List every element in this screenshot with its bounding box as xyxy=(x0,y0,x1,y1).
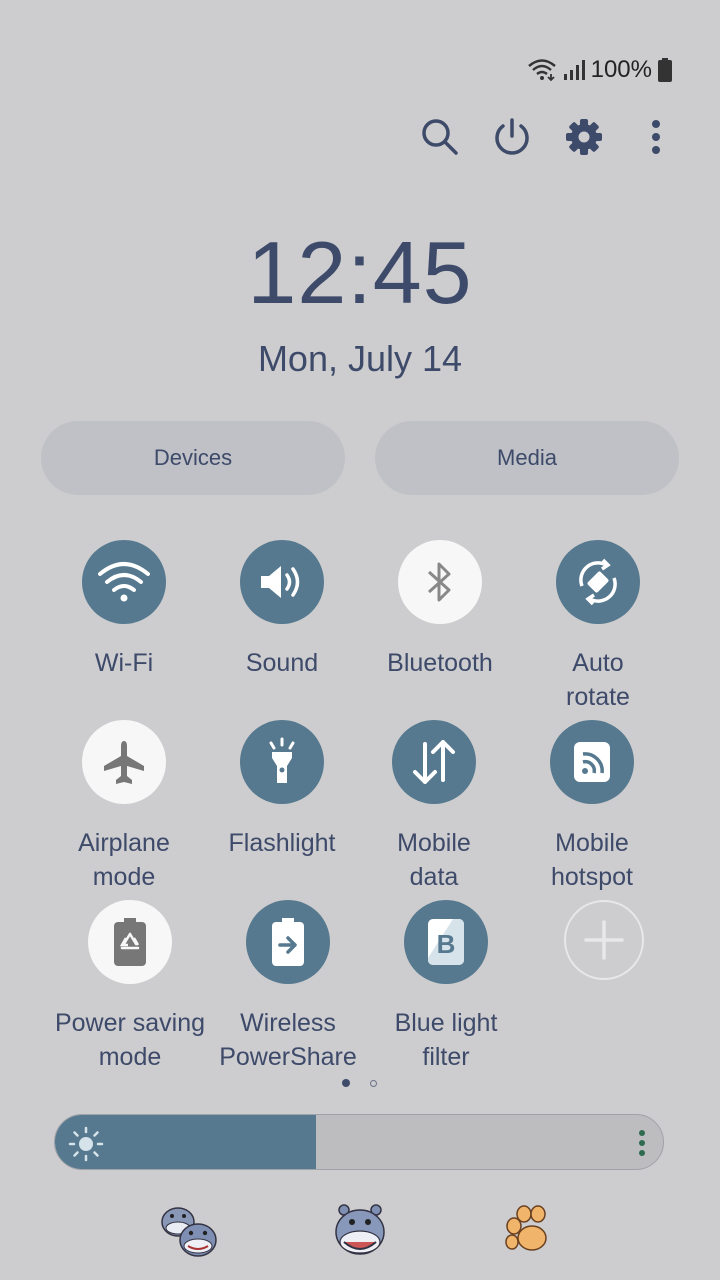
app-shortcut-3[interactable] xyxy=(498,1200,562,1264)
tile-wifi[interactable]: Wi-Fi xyxy=(44,540,204,680)
tile-label: Mobile hotspot xyxy=(550,829,633,891)
tile-power-saving[interactable]: Power saving mode xyxy=(50,900,210,1074)
battery-percent: 100% xyxy=(590,56,652,83)
brightness-slider[interactable] xyxy=(54,1114,664,1170)
hippo-icon xyxy=(335,1204,385,1255)
tile-blue-light-filter[interactable]: B Blue light filter xyxy=(366,900,526,1074)
flashlight-icon xyxy=(269,737,295,783)
tile-label: Sound xyxy=(245,649,319,677)
tile-wireless-powershare[interactable]: Wireless PowerShare xyxy=(208,900,368,1074)
tile-bluetooth-toggle[interactable] xyxy=(398,540,482,624)
tile-flashlight[interactable]: Flashlight xyxy=(202,720,362,860)
panel-actions xyxy=(0,112,720,162)
brightness-sun-icon xyxy=(68,1126,104,1162)
auto-rotate-icon xyxy=(579,558,617,606)
page-indicator xyxy=(342,1079,377,1087)
clock-date[interactable]: Mon, July 14 xyxy=(0,338,720,380)
mobile-data-icon xyxy=(413,740,455,784)
tile-label: Wireless PowerShare xyxy=(219,1009,357,1071)
tile-label: Mobile data xyxy=(397,829,471,891)
battery-icon xyxy=(658,58,672,82)
tile-label: Bluetooth xyxy=(387,649,493,677)
tile-flashlight-toggle[interactable] xyxy=(240,720,324,804)
tile-airplane-mode[interactable]: Airplane mode xyxy=(44,720,204,894)
tile-label: Blue light filter xyxy=(394,1009,498,1071)
tile-power-saving-toggle[interactable] xyxy=(88,900,172,984)
paw-icon xyxy=(505,1205,547,1251)
tile-blue-light-filter-toggle[interactable]: B xyxy=(404,900,488,984)
power-icon xyxy=(495,118,529,155)
tile-label: Airplane mode xyxy=(78,829,170,891)
tile-label: Auto rotate xyxy=(566,649,630,711)
tile-auto-rotate-toggle[interactable] xyxy=(556,540,640,624)
more-options-button[interactable] xyxy=(631,112,681,162)
tile-airplane-mode-toggle[interactable] xyxy=(82,720,166,804)
battery-recycle-icon xyxy=(114,918,146,966)
search-button[interactable] xyxy=(415,112,465,162)
tile-wifi-toggle[interactable] xyxy=(82,540,166,624)
svg-text:B: B xyxy=(437,929,456,959)
app-shortcut-1[interactable] xyxy=(158,1200,222,1264)
speaker-icon xyxy=(261,566,300,598)
tile-mobile-hotspot[interactable]: Mobile hotspot xyxy=(512,720,672,894)
clock-time[interactable]: 12:45 xyxy=(0,222,720,324)
tile-mobile-hotspot-toggle[interactable] xyxy=(550,720,634,804)
settings-gear-icon xyxy=(566,119,602,155)
tile-bluetooth[interactable]: Bluetooth xyxy=(360,540,520,680)
media-button[interactable]: Media xyxy=(375,421,679,495)
tile-wireless-powershare-toggle[interactable] xyxy=(246,900,330,984)
bluetooth-icon xyxy=(427,562,451,602)
power-button[interactable] xyxy=(487,112,537,162)
status-bar: 100% xyxy=(527,56,672,84)
notification-app-icons xyxy=(0,1200,720,1264)
tile-add[interactable] xyxy=(524,900,684,980)
wireless-powershare-icon xyxy=(272,918,304,966)
tile-mobile-data[interactable]: Mobile data xyxy=(354,720,514,894)
tile-mobile-data-toggle[interactable] xyxy=(392,720,476,804)
wifi-icon xyxy=(527,59,556,82)
tile-sound[interactable]: Sound xyxy=(202,540,362,680)
signal-icon xyxy=(563,60,585,80)
page-dot xyxy=(370,1080,377,1087)
tile-auto-rotate[interactable]: Auto rotate xyxy=(518,540,678,714)
settings-button[interactable] xyxy=(559,112,609,162)
brightness-more-icon[interactable] xyxy=(637,1129,647,1157)
tile-label: Power saving mode xyxy=(54,1009,206,1071)
app-shortcut-2[interactable] xyxy=(328,1200,392,1264)
tile-sound-toggle[interactable] xyxy=(240,540,324,624)
blue-light-filter-icon: B xyxy=(428,919,464,965)
tile-label: Flashlight xyxy=(228,829,336,857)
wifi-icon xyxy=(98,562,150,602)
plus-icon xyxy=(584,920,624,960)
devices-button[interactable]: Devices xyxy=(41,421,345,495)
page-dot-active xyxy=(342,1079,350,1087)
add-tile-button[interactable] xyxy=(564,900,644,980)
search-icon xyxy=(422,119,458,155)
airplane-icon xyxy=(104,741,144,784)
more-vert-icon xyxy=(652,120,660,154)
tile-label: Wi-Fi xyxy=(94,649,154,677)
hotspot-icon xyxy=(574,742,610,782)
hippo-pair-icon xyxy=(161,1207,217,1257)
